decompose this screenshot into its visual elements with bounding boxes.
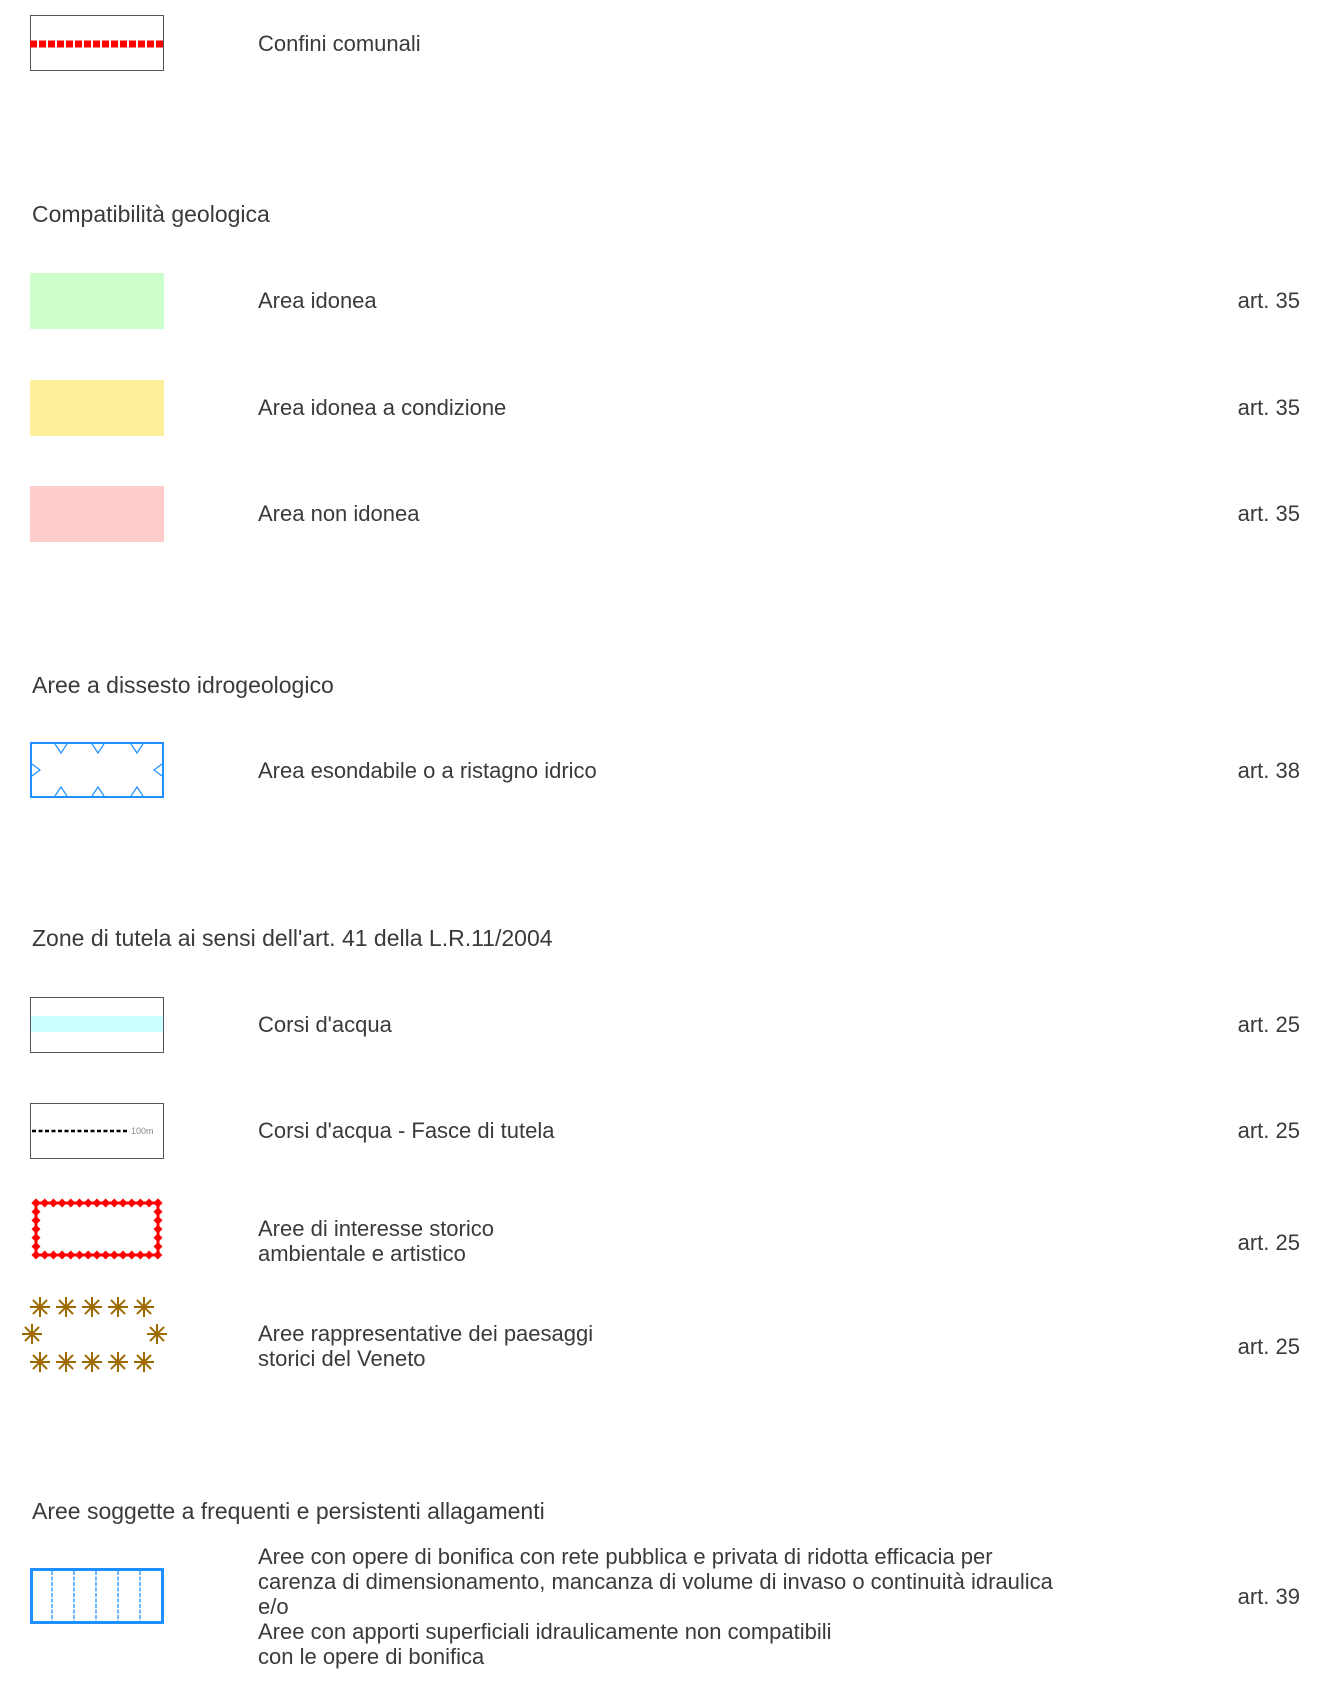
diamond-mark bbox=[31, 1250, 41, 1260]
area-unsuitable-swatch bbox=[30, 486, 164, 542]
diamond-mark bbox=[48, 1198, 58, 1208]
diamond-mark bbox=[153, 1233, 163, 1243]
diamond-mark bbox=[144, 1250, 154, 1260]
drainage-area-article: art. 39 bbox=[1237, 1584, 1300, 1609]
diamond-mark bbox=[31, 1207, 41, 1217]
buffer-distance-text: 100m bbox=[131, 1126, 154, 1136]
diamond-mark bbox=[40, 1198, 50, 1208]
area-unsuitable-article: art. 35 bbox=[1237, 501, 1300, 526]
diamond-mark bbox=[83, 1198, 93, 1208]
asterisk-mark bbox=[56, 1352, 76, 1372]
flood-area-article: art. 38 bbox=[1237, 758, 1300, 783]
area-conditional-label: Area idonea a condizione bbox=[258, 395, 507, 420]
diamond-mark bbox=[57, 1198, 67, 1208]
diamond-mark bbox=[153, 1215, 163, 1225]
diamond-mark bbox=[66, 1250, 76, 1260]
asterisk-mark bbox=[147, 1324, 167, 1344]
diamond-mark bbox=[31, 1233, 41, 1243]
asterisk-mark bbox=[30, 1352, 50, 1372]
historic-landscape-label: Aree rappresentative dei paesaggi storic… bbox=[258, 1321, 594, 1371]
diamond-mark bbox=[66, 1198, 76, 1208]
asterisk-mark bbox=[108, 1297, 128, 1317]
diamond-mark bbox=[40, 1250, 50, 1260]
flood-area-symbol bbox=[30, 742, 164, 798]
historic-landscape-symbol bbox=[22, 1296, 172, 1374]
diamond-mark bbox=[101, 1198, 111, 1208]
asterisk-mark bbox=[22, 1324, 42, 1344]
section-title-protection-zones: Zone di tutela ai sensi dell'art. 41 del… bbox=[32, 925, 553, 951]
flood-area-label: Area esondabile o a ristagno idrico bbox=[258, 758, 597, 783]
diamond-mark bbox=[109, 1198, 119, 1208]
boundary-symbol bbox=[30, 15, 164, 71]
diamond-mark bbox=[153, 1207, 163, 1217]
diamond-mark bbox=[127, 1250, 137, 1260]
diamond-mark bbox=[153, 1198, 163, 1208]
watercourse-article: art. 25 bbox=[1237, 1012, 1300, 1037]
diamond-mark bbox=[101, 1250, 111, 1260]
diamond-mark bbox=[118, 1198, 128, 1208]
area-conditional-swatch bbox=[30, 380, 164, 436]
diamond-mark bbox=[127, 1198, 137, 1208]
diamond-mark bbox=[153, 1250, 163, 1260]
watercourse-label: Corsi d'acqua bbox=[258, 1012, 392, 1037]
diamond-mark bbox=[92, 1250, 102, 1260]
diamond-mark bbox=[83, 1250, 93, 1260]
diamond-mark bbox=[31, 1215, 41, 1225]
area-unsuitable-label: Area non idonea bbox=[258, 501, 420, 526]
diamond-mark bbox=[92, 1198, 102, 1208]
drainage-area-symbol bbox=[30, 1568, 164, 1624]
diamond-mark bbox=[48, 1250, 58, 1260]
diamond-mark bbox=[118, 1250, 128, 1260]
diamond-mark bbox=[57, 1250, 67, 1260]
diamond-mark bbox=[31, 1224, 41, 1234]
area-suitable-label: Area idonea bbox=[258, 288, 377, 313]
diamond-mark bbox=[144, 1198, 154, 1208]
section-title-hydrogeological: Aree a dissesto idrogeologico bbox=[32, 672, 334, 698]
asterisk-mark bbox=[82, 1297, 102, 1317]
diamond-mark bbox=[31, 1242, 41, 1251]
historic-area-label: Aree di interesse storico ambientale e a… bbox=[258, 1216, 494, 1266]
asterisk-mark bbox=[108, 1352, 128, 1372]
asterisk-mark bbox=[30, 1297, 50, 1317]
historic-area-symbol bbox=[30, 1195, 164, 1263]
boundary-label: Confini comunali bbox=[258, 31, 421, 56]
diamond-mark bbox=[153, 1242, 163, 1251]
diamond-mark bbox=[75, 1198, 84, 1208]
asterisk-mark bbox=[134, 1297, 154, 1317]
watercourse-buffer-article: art. 25 bbox=[1237, 1118, 1300, 1143]
asterisk-mark bbox=[56, 1297, 76, 1317]
area-suitable-article: art. 35 bbox=[1237, 288, 1300, 313]
area-conditional-article: art. 35 bbox=[1237, 395, 1300, 420]
diamond-mark bbox=[135, 1198, 145, 1208]
area-suitable-swatch bbox=[30, 273, 164, 329]
section-title-geological-compatibility: Compatibilità geologica bbox=[32, 201, 270, 227]
historic-area-article: art. 25 bbox=[1237, 1230, 1300, 1255]
diamond-mark bbox=[31, 1198, 41, 1208]
watercourse-buffer-symbol: 100m bbox=[30, 1103, 164, 1159]
watercourse-symbol bbox=[30, 997, 164, 1053]
diamond-mark bbox=[75, 1250, 84, 1260]
diamond-mark bbox=[153, 1224, 163, 1234]
asterisk-mark bbox=[134, 1352, 154, 1372]
asterisk-mark bbox=[82, 1352, 102, 1372]
diamond-mark bbox=[135, 1250, 145, 1260]
watercourse-buffer-label: Corsi d'acqua - Fasce di tutela bbox=[258, 1118, 555, 1143]
section-title-flooding: Aree soggette a frequenti e persistenti … bbox=[32, 1498, 545, 1524]
diamond-mark bbox=[109, 1250, 119, 1260]
historic-landscape-article: art. 25 bbox=[1237, 1334, 1300, 1359]
drainage-area-label: Aree con opere di bonifica con rete pubb… bbox=[258, 1544, 1053, 1669]
